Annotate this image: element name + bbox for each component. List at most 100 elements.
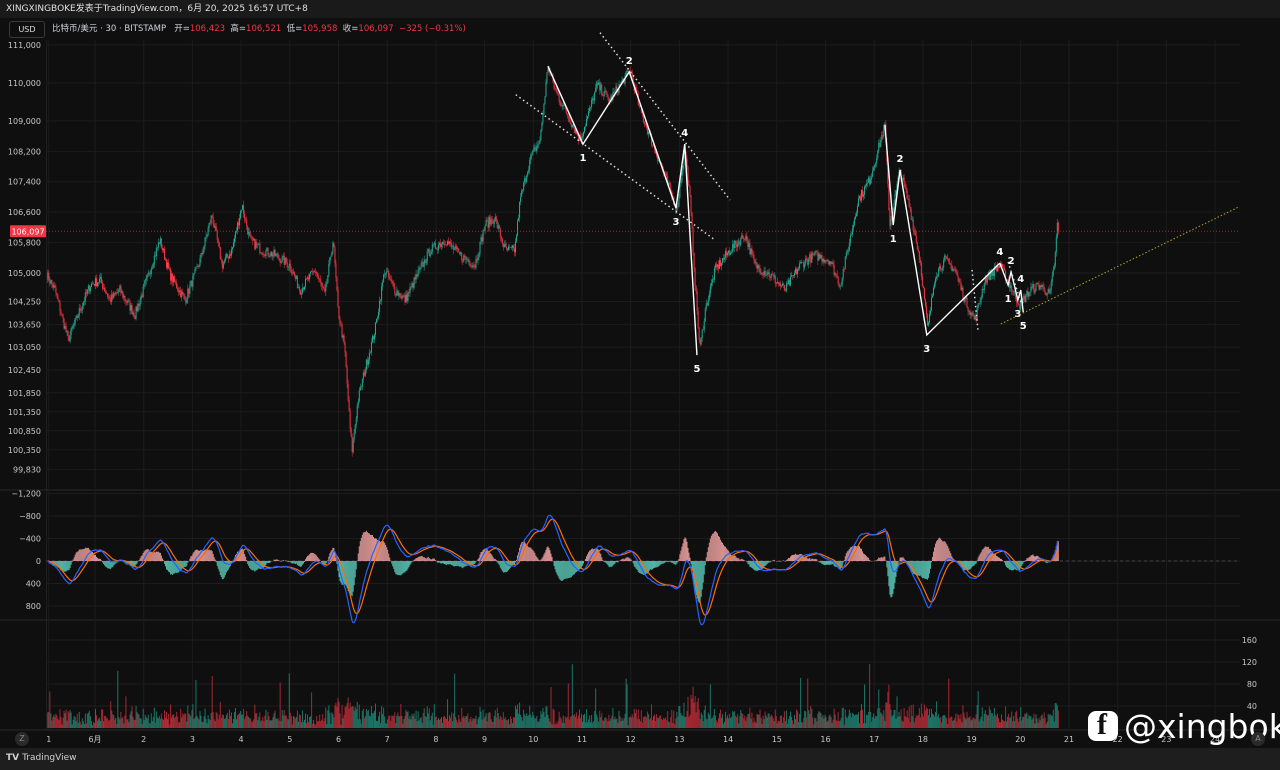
candle [301, 287, 303, 294]
candle [331, 252, 333, 257]
candle [852, 224, 854, 229]
candle [422, 262, 424, 267]
chart-canvas[interactable]: 12345123412345 1 6月 2 3 4 5 6 7 8 9 10 11 12 13 14 15 16… [0, 0, 1280, 748]
candle [180, 290, 182, 298]
candle [932, 295, 934, 298]
candle [938, 268, 940, 276]
candle [961, 287, 963, 290]
candle [902, 177, 904, 180]
auto-scale-button[interactable]: A [1251, 732, 1265, 746]
candle [846, 251, 848, 253]
time-tick-label: 15 [772, 735, 782, 744]
candle [224, 257, 226, 262]
candle [411, 282, 413, 287]
candle [161, 248, 163, 251]
candle [52, 283, 54, 288]
wave-label: 5 [693, 364, 700, 375]
candle [707, 299, 709, 306]
time-tick-label: 10 [528, 735, 538, 744]
candle [712, 279, 714, 280]
candle [749, 243, 751, 255]
candle [287, 266, 289, 268]
candle [93, 284, 95, 286]
candle [390, 278, 392, 280]
candle [834, 273, 836, 275]
candle [876, 158, 878, 164]
candle [709, 286, 711, 295]
candle [724, 257, 726, 260]
candle [691, 212, 693, 228]
candle [131, 305, 133, 315]
candle [863, 194, 865, 197]
candle [158, 242, 160, 244]
candle [694, 268, 696, 287]
candle [152, 264, 154, 268]
candle [598, 82, 600, 86]
candle [591, 100, 593, 108]
candle [728, 250, 730, 253]
time-tick-label: 21 [1064, 735, 1074, 744]
candle [187, 288, 189, 300]
candle [790, 275, 792, 277]
candle [931, 297, 933, 311]
candle [522, 190, 524, 191]
macd-tick-label: −800 [19, 512, 41, 521]
candle [1034, 291, 1036, 293]
candle [946, 257, 948, 259]
candle [718, 260, 720, 269]
candle [460, 252, 462, 255]
candle [106, 292, 108, 294]
candles [47, 65, 1059, 457]
candle [682, 165, 684, 173]
candle [939, 266, 941, 269]
candle [64, 326, 66, 329]
candle [324, 288, 326, 292]
price-tick-label: 99,830 [13, 466, 41, 475]
candle [342, 335, 344, 338]
candle [494, 216, 496, 222]
candle [588, 111, 590, 116]
candle [826, 260, 828, 261]
candle [477, 257, 479, 261]
goto-start-button[interactable]: Z [15, 732, 29, 746]
candle [1017, 302, 1019, 304]
tradingview-logo[interactable]: TV TradingView [6, 753, 77, 763]
price-tick-label: 111,000 [8, 41, 41, 50]
candle [806, 258, 808, 260]
candle [251, 236, 253, 238]
candle [419, 267, 421, 269]
candle [511, 245, 513, 248]
candle [297, 286, 299, 288]
candle [647, 131, 649, 135]
candle [255, 242, 257, 249]
candle [479, 241, 481, 254]
candle [259, 243, 261, 253]
candle [415, 274, 417, 280]
candle [524, 178, 526, 183]
candle [392, 281, 394, 284]
candle [371, 336, 373, 343]
candle [315, 272, 317, 273]
candle [759, 268, 761, 274]
candle [705, 303, 707, 309]
volume-tick-label: 120 [1242, 658, 1257, 667]
wave-label: 1 [890, 234, 897, 245]
candle [204, 237, 206, 247]
candle [538, 143, 540, 145]
candle [583, 132, 585, 137]
candle [461, 252, 463, 260]
candle [1036, 283, 1038, 284]
candle [762, 273, 764, 275]
candle [245, 219, 247, 220]
candle [955, 269, 957, 273]
candle [403, 295, 405, 297]
candle [1040, 285, 1042, 287]
wave-label: 2 [897, 154, 904, 165]
candle [823, 258, 825, 263]
candle [247, 226, 249, 235]
candle [1056, 222, 1058, 238]
candle [883, 124, 885, 137]
candle [277, 253, 279, 259]
candle [983, 283, 985, 291]
candle [933, 287, 935, 296]
